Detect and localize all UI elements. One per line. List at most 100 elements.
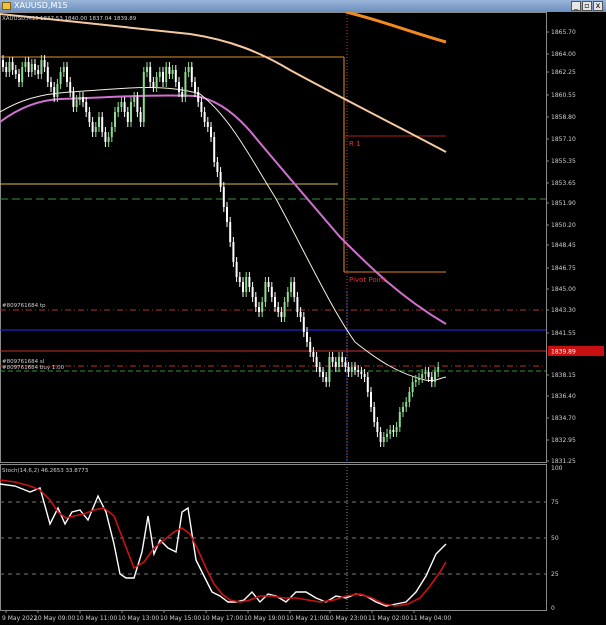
candle-body bbox=[117, 107, 120, 112]
candle-body bbox=[370, 392, 372, 407]
candle-body bbox=[203, 112, 206, 122]
candle-body bbox=[363, 374, 366, 377]
candle-body bbox=[190, 67, 193, 82]
candle-body bbox=[232, 242, 235, 262]
candle-body bbox=[56, 84, 59, 97]
price-tick-label: 1841.55 bbox=[551, 330, 576, 337]
candle-body bbox=[261, 302, 264, 312]
time-axis[interactable]: 9 May 202210 May 09:00 10 May 11:00 10 May… bbox=[2, 610, 451, 622]
r1-label: R 1 bbox=[349, 140, 361, 148]
candle-body bbox=[114, 112, 116, 127]
candle-body bbox=[168, 67, 171, 74]
candle-body bbox=[200, 102, 203, 112]
candle-body bbox=[430, 377, 433, 382]
close-button[interactable]: x bbox=[593, 1, 603, 11]
candle-body bbox=[50, 82, 52, 87]
candle-body bbox=[338, 357, 340, 367]
candle-body bbox=[120, 102, 123, 107]
candle-body bbox=[354, 367, 356, 370]
time-tick-label: 10 May 11:00 bbox=[76, 615, 117, 622]
candle-body bbox=[405, 402, 408, 407]
tp-label: #809761684 tp bbox=[2, 303, 46, 309]
candle-body bbox=[334, 362, 337, 367]
time-tick-label: 10 May 09:00 bbox=[34, 615, 75, 622]
price-tick-label: 1855.35 bbox=[551, 158, 576, 165]
candle-body bbox=[392, 430, 395, 432]
candle-body bbox=[37, 70, 40, 74]
candle-body bbox=[219, 172, 222, 187]
price-tick-label: 1860.55 bbox=[551, 92, 576, 99]
candle-body bbox=[142, 72, 145, 122]
candle-body bbox=[62, 67, 65, 72]
candle-body bbox=[5, 67, 8, 72]
time-tick-label: 10 May 17:00 bbox=[202, 615, 243, 622]
candle-body bbox=[299, 312, 302, 317]
candle-body bbox=[8, 62, 11, 72]
candle-body bbox=[309, 342, 312, 352]
candle-body bbox=[306, 332, 308, 342]
candle-body bbox=[350, 367, 353, 372]
window-titlebar[interactable]: XAUUSD,M15 _ ▫ x bbox=[0, 0, 606, 12]
time-tick-label: 10 May 15:00 bbox=[160, 615, 201, 622]
ma-mid-line bbox=[0, 94, 447, 325]
candle-body bbox=[21, 67, 24, 82]
candle-body bbox=[107, 137, 110, 142]
candle-body bbox=[331, 357, 334, 362]
candle-body bbox=[69, 82, 72, 92]
price-tick-label: 1843.30 bbox=[551, 307, 576, 314]
candle-body bbox=[98, 117, 100, 127]
price-tick-label: 1848.45 bbox=[551, 242, 576, 249]
candle-body bbox=[238, 277, 241, 282]
candle-body bbox=[210, 127, 212, 137]
candle-body bbox=[123, 102, 126, 112]
candle-body bbox=[245, 277, 248, 292]
candle-body bbox=[162, 72, 164, 82]
stoch-axis: 100 75 50 25 0 bbox=[551, 465, 563, 612]
candle-body bbox=[418, 378, 420, 380]
candle-body bbox=[104, 132, 107, 142]
main-chart-frame bbox=[0, 12, 547, 463]
price-tick-label: 1851.90 bbox=[551, 200, 576, 207]
candle-body bbox=[171, 70, 174, 74]
candle-body bbox=[229, 222, 232, 242]
candle-body bbox=[24, 62, 27, 67]
candle-body bbox=[267, 282, 270, 287]
price-tick-label: 1846.75 bbox=[551, 265, 576, 272]
candle-body bbox=[286, 292, 289, 302]
candle-body bbox=[78, 97, 81, 100]
minimize-button[interactable]: _ bbox=[571, 1, 581, 11]
candle-body bbox=[376, 422, 379, 432]
chart-area[interactable]: XAUUSD,M15 1837.53 1840.00 1837.04 1839.… bbox=[0, 12, 606, 625]
price-tick-label: 1857.10 bbox=[551, 136, 576, 143]
candle-body bbox=[274, 297, 276, 307]
candle-body bbox=[11, 62, 14, 70]
stoch-level-label: 0 bbox=[551, 605, 555, 612]
candle-body bbox=[254, 297, 257, 307]
candle-body bbox=[398, 412, 401, 427]
candle-body bbox=[206, 122, 209, 127]
candle-body bbox=[155, 77, 158, 87]
candle-body bbox=[325, 377, 328, 382]
time-tick-label: 9 May 2022 bbox=[2, 615, 37, 622]
candle-body bbox=[216, 162, 219, 172]
price-tick-label: 1850.20 bbox=[551, 222, 576, 229]
stoch-label: Stoch(14,6,2) 46.2653 33.8773 bbox=[2, 468, 89, 474]
time-tick-label: 11 May 04:00 bbox=[410, 615, 451, 622]
candle-body bbox=[427, 372, 430, 377]
stoch-signal-line bbox=[0, 479, 447, 607]
restore-button[interactable]: ▫ bbox=[582, 1, 592, 11]
candle-body bbox=[66, 67, 68, 82]
candle-body bbox=[40, 60, 43, 74]
ohlc-label: 1837.53 1840.00 1837.04 1839.89 bbox=[40, 16, 137, 22]
time-tick-label: 10 May 21:00 bbox=[286, 615, 327, 622]
candle-body bbox=[133, 97, 136, 102]
candle-body bbox=[213, 137, 216, 162]
price-axis[interactable]: 1865.70 1864.00 1862.25 1860.55 1858.80 1857.… bbox=[546, 29, 576, 465]
candle-body bbox=[411, 382, 414, 392]
candle-body bbox=[270, 287, 273, 297]
candle-body bbox=[235, 262, 238, 277]
candle-body bbox=[382, 437, 385, 442]
price-tick-label: 1853.65 bbox=[551, 180, 576, 187]
candle-body bbox=[130, 102, 132, 122]
candle-body bbox=[181, 92, 184, 97]
